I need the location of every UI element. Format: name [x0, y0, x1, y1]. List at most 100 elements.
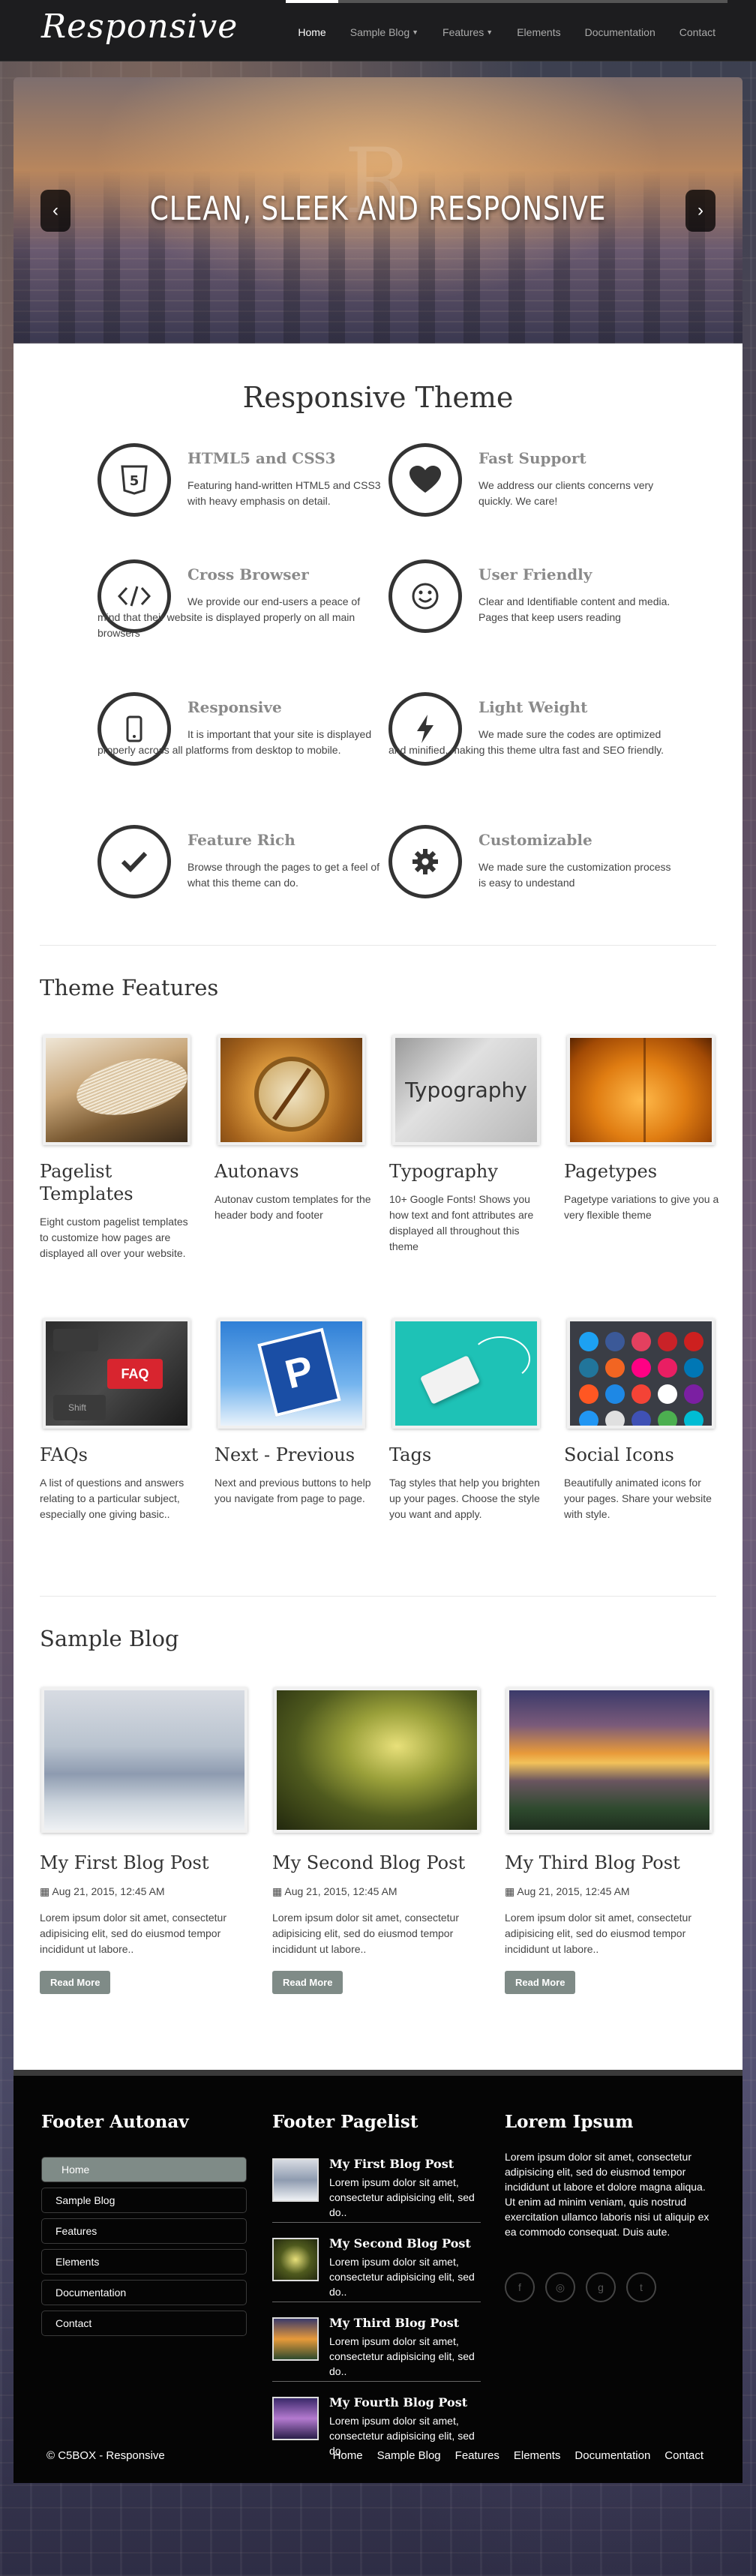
footer-pagelist-item[interactable]: My Third Blog Post Lorem ipsum dolor sit… — [272, 2307, 481, 2382]
theme-feature-text: 10+ Google Fonts! Shows you how text and… — [389, 1193, 534, 1252]
page-title: Responsive Theme — [242, 381, 514, 414]
chevron-left-icon[interactable]: ‹ — [40, 190, 70, 232]
footer-link-contact[interactable]: Contact — [664, 2449, 704, 2462]
nav-item-sample-blog[interactable]: Sample Blog ▼ — [338, 0, 431, 61]
tag-image[interactable] — [392, 1318, 540, 1429]
social-icons-image[interactable] — [567, 1318, 715, 1429]
blog-post-date: ▦ Aug 21, 2015, 12:45 AM — [272, 1885, 484, 1898]
theme-feature-title: Autonavs — [214, 1161, 299, 1182]
footer-pagelist-item[interactable]: My Second Blog Post Lorem ipsum dolor si… — [272, 2227, 481, 2302]
sample-blog-title: Sample Blog — [40, 1626, 179, 1651]
blog-post-title[interactable]: My Third Blog Post — [505, 1852, 716, 1873]
google-plus-icon[interactable]: g — [586, 2272, 616, 2302]
feature-text: Browse through the pages to get a feel o… — [188, 861, 380, 889]
theme-feature-title: Typography — [389, 1161, 498, 1182]
nav-item-contact[interactable]: Contact — [667, 0, 728, 61]
theme-feature-social-icons: Social Icons Beautifully animated icons … — [564, 1318, 722, 1522]
read-more-button[interactable]: Read More — [272, 1971, 344, 1994]
feature-title: HTML5 and CSS3 — [188, 449, 336, 467]
book-pages-image[interactable] — [43, 1035, 190, 1145]
theme-feature-typography: Typography Typography 10+ Google Fonts! … — [389, 1035, 547, 1255]
blog-post: My Second Blog Post ▦ Aug 21, 2015, 12:4… — [272, 1687, 484, 1994]
divider — [40, 1596, 716, 1597]
nav-item-home[interactable]: Home — [286, 0, 338, 61]
footer-link-features[interactable]: Features — [455, 2449, 500, 2462]
faq-key-text: FAQ — [121, 1366, 149, 1381]
nav-label: Home — [298, 26, 326, 38]
chevron-right-icon[interactable]: › — [686, 190, 716, 232]
nav-item-elements[interactable]: Elements — [505, 0, 573, 61]
footer-post-title: My First Blog Post — [329, 2157, 454, 2171]
theme-feature-autonavs: Autonavs Autonav custom templates for th… — [214, 1035, 372, 1223]
theme-feature-tags: Tags Tag styles that help you brighten u… — [389, 1318, 547, 1522]
calendar-icon: ▦ — [505, 1885, 518, 1897]
footer-top-bar — [14, 2070, 742, 2076]
footer-bottom-bar: © C5BOX - Responsive Home Sample Blog Fe… — [14, 2449, 742, 2483]
nav-item-features[interactable]: Features ▼ — [430, 0, 506, 61]
divider — [40, 945, 716, 946]
winter-lake-image[interactable] — [41, 1687, 248, 1833]
parking-sign-image[interactable]: P — [218, 1318, 365, 1429]
footer-nav-features[interactable]: Features — [41, 2218, 247, 2244]
calendar-icon: ▦ — [40, 1885, 52, 1897]
theme-feature-text: Tag styles that help you brighten up you… — [389, 1477, 540, 1520]
blog-post-excerpt: Lorem ipsum dolor sit amet, consectetur … — [505, 1912, 692, 1955]
blog-date-text: Aug 21, 2015, 12:45 AM — [52, 1885, 165, 1897]
feature-title: Light Weight — [478, 698, 588, 716]
feature-title: User Friendly — [478, 565, 592, 583]
site-logo[interactable]: Responsive — [41, 7, 238, 46]
forest-path-image[interactable] — [274, 1687, 480, 1833]
nav-label: Elements — [517, 26, 561, 38]
footer-nav-home[interactable]: Home — [41, 2157, 247, 2182]
footer-post-text: Lorem ipsum dolor sit amet, consectetur … — [329, 2256, 475, 2298]
feature-text: It is important that your site is displa… — [98, 728, 372, 756]
footer-nav-contact[interactable]: Contact — [41, 2311, 247, 2336]
feature-text: We provide our end-users a peace of mind… — [98, 595, 361, 639]
footer-nav-elements[interactable]: Elements — [41, 2249, 247, 2275]
footer-post-title: My Second Blog Post — [329, 2236, 471, 2251]
theme-feature-text: Next and previous buttons to help you na… — [214, 1477, 371, 1504]
footer-lorem-title: Lorem Ipsum — [505, 2112, 634, 2132]
open-book-image[interactable] — [567, 1035, 715, 1145]
sunset-field-image[interactable] — [506, 1687, 712, 1833]
theme-feature-text: A list of questions and answers relating… — [40, 1477, 184, 1520]
theme-feature-text: Beautifully animated icons for your page… — [564, 1477, 712, 1520]
blog-post-date: ▦ Aug 21, 2015, 12:45 AM — [505, 1885, 716, 1898]
calendar-icon: ▦ — [272, 1885, 285, 1897]
read-more-button[interactable]: Read More — [505, 1971, 576, 1994]
read-more-button[interactable]: Read More — [40, 1971, 111, 1994]
typography-image[interactable]: Typography — [392, 1035, 540, 1145]
blog-post-title[interactable]: My First Blog Post — [40, 1852, 251, 1873]
theme-feature-pagelist: Pagelist Templates Eight custom pagelist… — [40, 1035, 197, 1261]
footer-post-title: My Third Blog Post — [329, 2316, 460, 2330]
theme-feature-title: Pagelist Templates — [40, 1161, 134, 1204]
blog-date-text: Aug 21, 2015, 12:45 AM — [284, 1885, 398, 1897]
footer-link-documentation[interactable]: Documentation — [574, 2449, 650, 2462]
nav-label: Contact — [679, 26, 716, 38]
footer-nav-sample-blog[interactable]: Sample Blog — [41, 2188, 247, 2213]
instagram-icon[interactable]: ◎ — [545, 2272, 575, 2302]
faq-keyboard-image[interactable]: FAQ Shift — [43, 1318, 190, 1429]
footer-pagelist-item[interactable]: My First Blog Post Lorem ipsum dolor sit… — [272, 2148, 481, 2223]
footer-pagelist-title: Footer Pagelist — [272, 2112, 418, 2132]
copyright-text: © C5BOX - Responsive — [46, 2449, 165, 2462]
footer-post-title: My Fourth Blog Post — [329, 2395, 468, 2410]
theme-feature-title: FAQs — [40, 1444, 88, 1465]
post-thumbnail — [272, 2397, 319, 2440]
theme-feature-text: Autonav custom templates for the header … — [214, 1193, 371, 1221]
blog-post-title[interactable]: My Second Blog Post — [272, 1852, 484, 1873]
theme-feature-title: Next - Previous — [214, 1444, 356, 1465]
footer-nav-documentation[interactable]: Documentation — [41, 2280, 247, 2305]
nav-item-documentation[interactable]: Documentation — [572, 0, 668, 61]
footer-link-elements[interactable]: Elements — [514, 2449, 561, 2462]
compass-image[interactable] — [218, 1035, 365, 1145]
feature-title: Cross Browser — [188, 565, 309, 583]
footer-lorem-text: Lorem ipsum dolor sit amet, consectetur … — [505, 2151, 710, 2238]
main-nav: Home Sample Blog ▼ Features ▼ Elements Doc… — [286, 0, 728, 61]
feature-text: We made sure the codes are optimized and… — [388, 728, 664, 756]
footer-link-sample-blog[interactable]: Sample Blog — [377, 2449, 441, 2462]
footer-autonav: Home Sample Blog Features Elements Docum… — [41, 2157, 247, 2341]
facebook-icon[interactable]: f — [505, 2272, 535, 2302]
twitter-icon[interactable]: t — [626, 2272, 656, 2302]
footer-link-home[interactable]: Home — [333, 2449, 363, 2462]
